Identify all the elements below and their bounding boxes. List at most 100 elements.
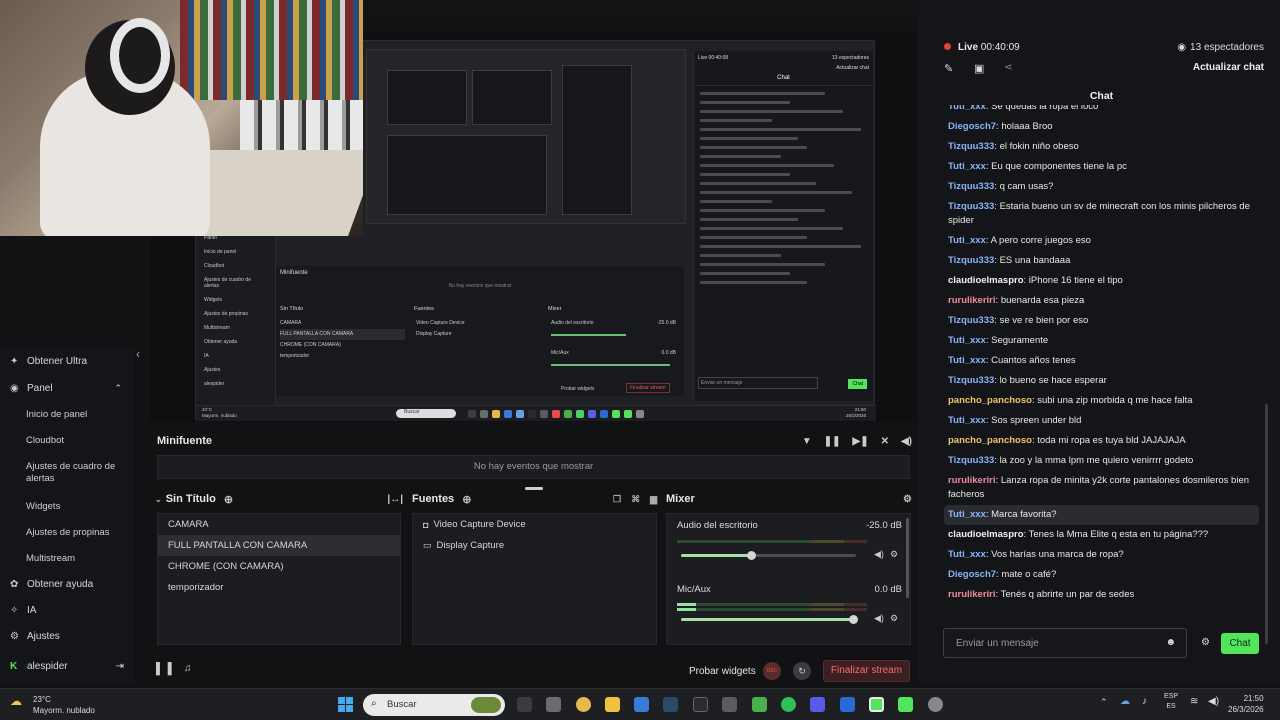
clock[interactable]: 21:50 26/3/2026	[1228, 693, 1264, 715]
chat-send-button[interactable]: Chat	[1221, 633, 1259, 654]
speaker-icon[interactable]: ◀)	[874, 613, 884, 624]
gear-icon[interactable]: ⚙	[1201, 637, 1210, 648]
chrome-icon[interactable]	[576, 697, 591, 712]
chat-message[interactable]: Tuti_xxx: Seguramente	[938, 331, 1265, 351]
chat-message[interactable]: rurulikeriri: buenarda esa pieza	[938, 291, 1265, 311]
sidebar-item-ai[interactable]: ✧ IA	[0, 597, 134, 623]
chat-message[interactable]: Tuti_xxx: Vos harías una marca de ropa?	[938, 545, 1265, 565]
app-icon[interactable]	[722, 697, 737, 712]
chat-message[interactable]: Tuti_xxx: A pero corre juegos eso	[938, 231, 1265, 251]
store-app-icon[interactable]	[840, 697, 855, 712]
chat-username[interactable]: Tuti_xxx	[948, 235, 986, 246]
volume-tray-icon[interactable]: ◀)	[1208, 696, 1219, 707]
gear-icon[interactable]: ⚙	[903, 494, 912, 505]
sidebar-sub-widgets[interactable]: Widgets	[0, 493, 134, 519]
tray-chevron-icon[interactable]: ⌃	[1100, 697, 1108, 708]
maps-icon[interactable]	[928, 697, 943, 712]
mixer-scrollbar[interactable]	[906, 518, 909, 598]
emoji-icon[interactable]: ☻	[1165, 637, 1176, 648]
volume-icon[interactable]: ◀)	[901, 436, 912, 447]
scene-collection-title[interactable]: Sin Título	[166, 493, 216, 505]
gear-icon[interactable]: ⚙	[890, 613, 898, 624]
transitions-icon[interactable]: |↔|	[387, 494, 403, 505]
record-button[interactable]: REC	[763, 662, 781, 680]
epic-games-icon[interactable]	[693, 697, 708, 712]
chat-message[interactable]: Tuti_xxx: Eu que componentes tiene la pc	[938, 157, 1265, 177]
test-widgets-button[interactable]: Probar widgets	[689, 666, 756, 677]
chat-message[interactable]: Tuti_xxx: Se quedas la ropa el loco	[938, 105, 1265, 117]
sidebar-sub-multistream[interactable]: Multistream	[0, 545, 134, 571]
chat-message[interactable]: Tizquu333: se ve re bien por eso	[938, 311, 1265, 331]
language-indicator[interactable]: ESP ES	[1164, 692, 1178, 712]
chat-username[interactable]: Tizquu333	[948, 255, 994, 266]
chat-message[interactable]: pancho_panchoso: subi una zip morbida q …	[938, 391, 1265, 411]
onedrive-icon[interactable]: ☁	[1120, 696, 1130, 707]
weather-widget[interactable]: 23°C Mayorm. nublado	[33, 694, 95, 716]
replay-icon[interactable]: ↻	[793, 662, 811, 680]
chat-message[interactable]: rurulikeriri: Lanza ropa de minita y2k c…	[938, 471, 1265, 505]
chat-username[interactable]: Tuti_xxx	[948, 509, 986, 520]
chat-message[interactable]: rurulikeriri: Tenés q abrirte un par de …	[938, 585, 1265, 605]
start-icon[interactable]	[338, 697, 353, 712]
chat-message[interactable]: Tizquu333: el fokin niño obeso	[938, 137, 1265, 157]
sidebar-sub-tips[interactable]: Ajustes de propinas	[0, 519, 134, 545]
sidebar-user[interactable]: Kalespider ⇥	[0, 653, 134, 679]
volume-slider-mic[interactable]	[681, 615, 858, 624]
chat-username[interactable]: Tuti_xxx	[948, 355, 986, 366]
store-icon[interactable]: ▣	[974, 62, 984, 75]
pause-icon[interactable]: ❚❚	[824, 436, 841, 447]
filter-icon[interactable]: ▼	[802, 436, 812, 447]
chat-username[interactable]: rurulikeriri	[948, 475, 996, 486]
chat-message[interactable]: Tizquu333: Estaria bueno un sv de minecr…	[938, 197, 1265, 231]
skip-icon[interactable]: ▶❚	[853, 436, 869, 447]
scene-item-selected[interactable]: FULL PANTALLA CON CAMARA	[158, 535, 400, 556]
chat-username[interactable]: Tuti_xxx	[948, 105, 986, 112]
scene-item[interactable]: temporizador	[158, 577, 400, 598]
chevron-down-icon[interactable]: ⌄	[155, 495, 162, 504]
update-chat-button[interactable]: Actualizar chat	[1193, 62, 1264, 73]
chat-message[interactable]: Tuti_xxx: Cuantos años tenes	[938, 351, 1265, 371]
sidebar-sub-alertbox[interactable]: Ajustes de cuadro de alertas	[0, 453, 134, 493]
folder-icon[interactable]: ▆	[650, 494, 657, 505]
copy-icon[interactable]: ❐	[613, 494, 621, 505]
chat-message[interactable]: claudioelmaspro: iPhone 16 tiene el tipo	[938, 271, 1265, 291]
sidebar-item-panel[interactable]: ◉ Panel ⌃	[0, 375, 134, 401]
pencil-icon[interactable]: ✎	[944, 62, 953, 75]
chat-message[interactable]: Tuti_xxx: Marca favorita?	[944, 505, 1259, 525]
end-stream-button[interactable]: Finalizar stream	[823, 660, 910, 682]
gear-icon[interactable]: ⚙	[890, 549, 898, 560]
stats-icon[interactable]: ▌▐	[156, 663, 172, 675]
chat-username[interactable]: rurulikeriri	[948, 295, 996, 306]
volume-slider-desktop[interactable]	[681, 551, 856, 560]
streamlabs-app-icon[interactable]	[869, 697, 884, 712]
sidebar-item-ultra[interactable]: ✦ Obtener Ultra	[0, 348, 134, 374]
chat-username[interactable]: Tizquu333	[948, 201, 994, 212]
bell-icon[interactable]: ♫	[184, 663, 192, 674]
source-item[interactable]: ▭ Display Capture	[413, 535, 656, 556]
chat-username[interactable]: Tuti_xxx	[948, 549, 986, 560]
scene-item[interactable]: CHROME (CON CAMARA)	[158, 556, 400, 577]
steam-icon[interactable]	[663, 697, 678, 712]
chat-username[interactable]: Tizquu333	[948, 375, 994, 386]
teams-icon[interactable]	[810, 697, 825, 712]
sidebar-item-settings[interactable]: ⚙ Ajustes	[0, 623, 134, 649]
chat-username[interactable]: Tuti_xxx	[948, 161, 986, 172]
mute-alerts-icon[interactable]: ✕	[881, 436, 889, 447]
chat-username[interactable]: Tuti_xxx	[948, 335, 986, 346]
chat-input[interactable]: Enviar un mensaje ☻	[943, 628, 1187, 658]
wifi-icon[interactable]: ≋	[1190, 696, 1198, 707]
sidebar-sub-cloudbot[interactable]: Cloudbot	[0, 427, 134, 453]
source-item[interactable]: ◘ Video Capture Device	[413, 514, 656, 535]
group-icon[interactable]: ⌘	[631, 494, 640, 505]
file-explorer-icon[interactable]	[605, 697, 620, 712]
chat-username[interactable]: rurulikeriri	[948, 589, 996, 600]
chat-scrollbar[interactable]	[1265, 404, 1268, 644]
mic-icon[interactable]: ♪	[1142, 696, 1147, 707]
outlook-icon[interactable]	[634, 697, 649, 712]
chat-username[interactable]: Diegosch7	[948, 569, 996, 580]
speaker-icon[interactable]: ◀)	[874, 549, 884, 560]
chat-message[interactable]: pancho_panchoso: toda mi ropa es tuya bl…	[938, 431, 1265, 451]
add-source-icon[interactable]: ⊕	[462, 493, 471, 506]
task-view-icon[interactable]	[517, 697, 532, 712]
chat-username[interactable]: claudioelmaspro	[948, 529, 1024, 540]
